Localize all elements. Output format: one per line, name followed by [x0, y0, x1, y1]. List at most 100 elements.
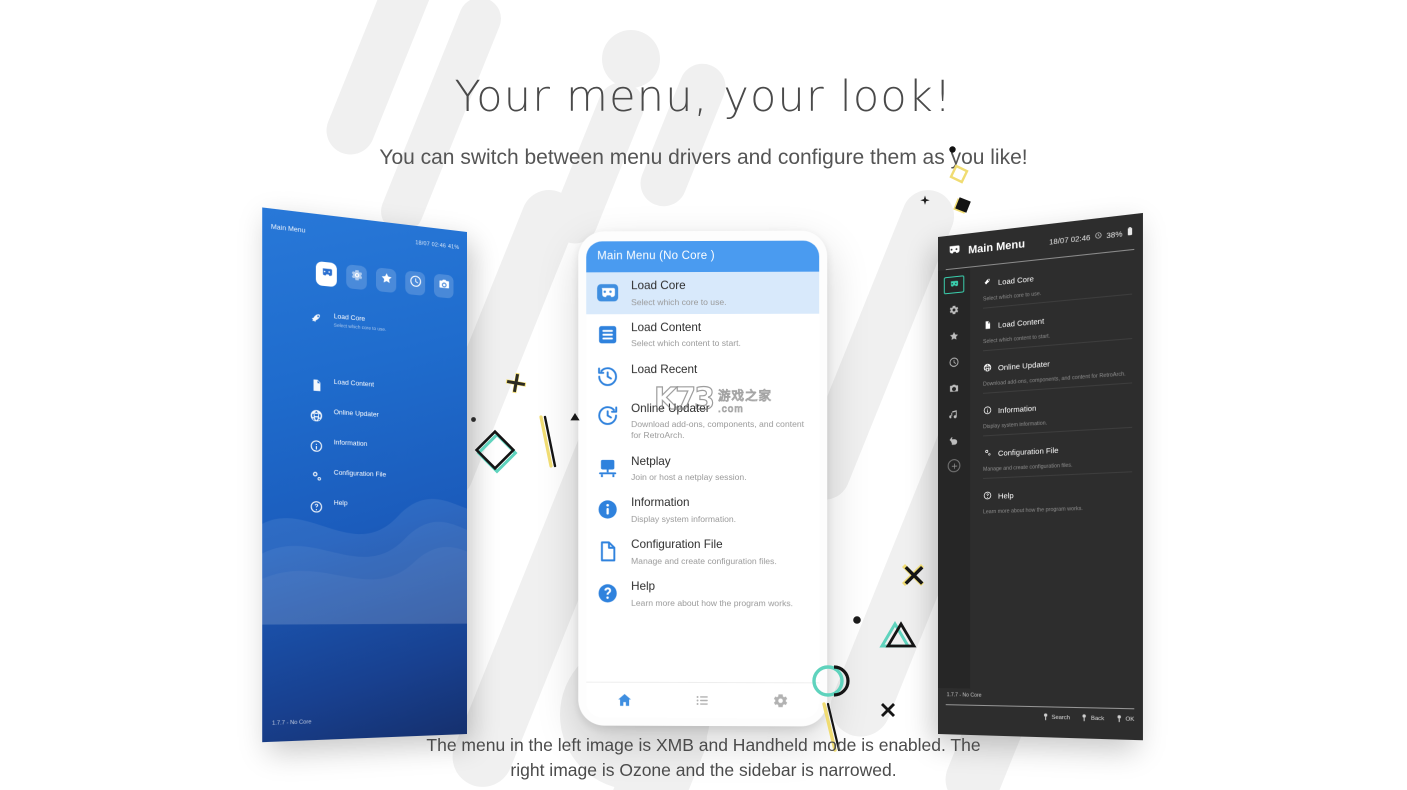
ozone-sidebar-favorites[interactable] [944, 328, 964, 347]
ozone-body: Load Core Select which core to use. Load… [938, 249, 1143, 691]
ozone-item-label: Help [997, 490, 1014, 501]
phone-item-online-updater[interactable]: Online Updater Download add-ons, compone… [586, 394, 819, 447]
xmb-item-label: Online Updater [333, 408, 379, 419]
page-title: Your menu, your look! [454, 72, 953, 122]
xmb-clock: 18/07 02:46 [415, 240, 447, 250]
gear-icon [983, 444, 992, 463]
gear-icon [772, 692, 789, 714]
refresh-clock-icon [595, 403, 620, 428]
ozone-screenshot-panel: Main Menu 18/07 02:46 38% Load Core Sele… [938, 212, 1143, 741]
history-icon [595, 364, 620, 389]
plus-icon [950, 456, 958, 474]
home-icon [616, 692, 633, 714]
xmb-tab-history[interactable] [405, 270, 426, 296]
xmb-status: 18/07 02:46 41% [415, 240, 459, 251]
ozone-sidebar-music[interactable] [944, 406, 964, 424]
ozone-item-desc: Learn more about how the program works. [983, 505, 1083, 516]
ozone-item-label: Online Updater [997, 358, 1050, 372]
info-icon [983, 401, 992, 420]
phone-nav-home[interactable] [586, 692, 663, 714]
phone-bottom-nav[interactable] [586, 681, 820, 719]
xmb-title: Main Menu [270, 222, 306, 235]
ozone-item-label: Load Content [997, 315, 1045, 330]
ozone-sidebar-history[interactable] [944, 354, 964, 373]
file-icon [307, 376, 325, 395]
ozone-action-back[interactable]: Back [1081, 713, 1104, 724]
phone-item-text: Load Core Select which core to use. [631, 278, 726, 308]
phone-item-text: Load Recent [631, 362, 697, 381]
xmb-version-label: 1.7.7 - No Core [271, 719, 312, 727]
xmb-item-online-updater[interactable]: Online Updater [307, 406, 461, 432]
ozone-sidebar-settings[interactable] [944, 301, 964, 320]
phone-item-netplay[interactable]: Netplay Join or host a netplay session. [586, 448, 819, 490]
ozone-sidebar-add[interactable] [947, 456, 961, 474]
xmb-tab-bar[interactable] [262, 255, 467, 300]
ozone-menu-list[interactable]: Load Core Select which core to use. Load… [970, 249, 1143, 691]
phone-item-load-recent[interactable]: Load Recent [586, 355, 819, 394]
phone-header-title: Main Menu (No Core ) [586, 240, 820, 273]
ozone-item-label: Load Core [997, 273, 1034, 287]
ozone-sidebar-recent[interactable] [944, 432, 964, 450]
clock-icon [409, 273, 422, 293]
clock-icon [1095, 231, 1102, 241]
star-icon [949, 328, 960, 347]
xmb-item-load-content[interactable]: Load Content [307, 376, 461, 404]
xmb-tab-favorites[interactable] [375, 267, 397, 294]
phone-item-desc: Manage and create configuration files. [631, 555, 777, 566]
figure-caption: The menu in the left image is XMB and Ha… [0, 733, 1407, 783]
ozone-item-help[interactable]: Help Learn more about how the program wo… [983, 481, 1132, 521]
xmb-item-load-core[interactable]: Load Core Select which core to use. [307, 310, 461, 341]
phone-item-text: Online Updater Download add-ons, compone… [631, 400, 809, 441]
phone-item-desc: Download add-ons, components, and conten… [631, 419, 805, 441]
ozone-status: 18/07 02:46 38% [1049, 227, 1133, 247]
ozone-action-search[interactable]: Search [1042, 712, 1070, 723]
globe-icon [983, 359, 992, 378]
phone-item-configuration-file[interactable]: Configuration File Manage and create con… [586, 531, 819, 573]
phone-item-text: Configuration File Manage and create con… [631, 537, 777, 567]
info-icon [307, 437, 325, 456]
phone-item-text: Help Learn more about how the program wo… [631, 579, 793, 609]
ozone-action-ok[interactable]: OK [1116, 714, 1134, 725]
xmb-item-configuration-file[interactable]: Configuration File [307, 467, 461, 491]
phone-item-load-content[interactable]: Load Content Select which content to sta… [586, 314, 819, 356]
xmb-item-text: Load Core Select which core to use. [334, 312, 387, 333]
phone-nav-settings[interactable] [741, 692, 819, 714]
xmb-item-help[interactable]: Help [307, 498, 461, 520]
gear-icon [350, 267, 363, 287]
ozone-action-label: OK [1125, 716, 1135, 724]
ozone-sidebar-main-menu[interactable] [943, 275, 965, 295]
page-header: Your menu, your look! You can switch bet… [0, 0, 1407, 170]
document-icon [595, 539, 620, 564]
phone-screen: Main Menu (No Core ) Load Core Select wh… [586, 240, 820, 719]
xmb-battery: 41% [448, 243, 460, 252]
ozone-sidebar[interactable] [938, 267, 971, 689]
xmb-item-text: Online Updater [334, 408, 379, 420]
xmb-menu-list[interactable]: Load Core Select which core to use. Load… [307, 310, 461, 524]
phone-item-load-core[interactable]: Load Core Select which core to use. [586, 271, 820, 315]
phone-item-information[interactable]: Information Display system information. [586, 489, 819, 531]
phone-nav-playlists[interactable] [664, 692, 742, 714]
star-icon [380, 270, 393, 290]
phone-item-desc: Display system information. [631, 513, 737, 525]
phone-item-text: Load Content Select which content to sta… [631, 320, 741, 350]
phone-item-help[interactable]: Help Learn more about how the program wo… [586, 573, 819, 615]
phone-item-label: Load Core [631, 279, 686, 293]
ozone-item-configuration-file[interactable]: Configuration File Manage and create con… [983, 436, 1133, 487]
phone-mockup: Main Menu (No Core ) Load Core Select wh… [578, 230, 828, 727]
phone-item-label: Load Content [631, 320, 702, 334]
xmb-tab-main-menu[interactable] [315, 261, 337, 288]
phone-item-text: Information Display system information. [631, 495, 736, 525]
button-icon [1042, 712, 1048, 722]
gear-icon [307, 467, 325, 486]
xmb-tab-settings[interactable] [346, 264, 367, 291]
phone-item-label: Online Updater [631, 401, 710, 415]
rocket-icon [307, 310, 325, 329]
xmb-item-information[interactable]: Information [307, 437, 461, 462]
ozone-sidebar-images[interactable] [944, 380, 964, 399]
retroarch-icon [320, 264, 334, 284]
undo-icon [949, 432, 960, 451]
xmb-tab-images[interactable] [433, 273, 454, 299]
phone-item-desc: Learn more about how the program works. [631, 597, 794, 608]
phone-menu-list[interactable]: Load Core Select which core to use. Load… [586, 271, 820, 683]
list-icon [595, 322, 620, 347]
